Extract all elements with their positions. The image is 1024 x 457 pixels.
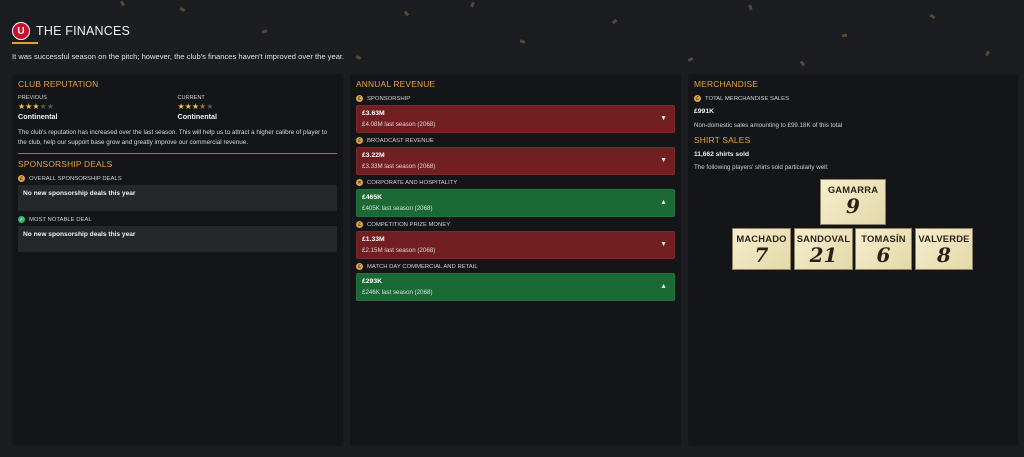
hospitality-icon: ✕	[356, 179, 363, 186]
coin-icon: £	[18, 175, 25, 183]
club-reputation-title: CLUB REPUTATION	[18, 79, 99, 89]
total-merchandise-label-text: TOTAL MERCHANDISE SALES	[705, 95, 790, 102]
reputation-description: The club's reputation has increased over…	[18, 129, 328, 146]
star-empty-icon: ★	[39, 102, 47, 111]
notable-deal-box: No new sponsorship deals this year	[18, 226, 337, 253]
broadcast-icon: £	[356, 137, 363, 144]
revenue-amount: £293K	[362, 278, 383, 285]
revenue-label-text: SPONSORSHIP	[367, 95, 411, 102]
trend-up-icon: ▲	[660, 283, 667, 290]
notable-deal-label-text: MOST NOTABLE DEAL	[29, 216, 92, 223]
current-star-rating: ★★★★★	[178, 103, 338, 111]
non-domestic-sales-note: Non-domestic sales amounting to £99.18K …	[694, 122, 843, 129]
page-header: U THE FINANCES	[12, 22, 130, 40]
revenue-amount: £1.33M	[362, 236, 385, 243]
revenue-card-corporate[interactable]: £465K £405K last season (2068) ▲	[356, 189, 675, 217]
page-title: THE FINANCES	[36, 24, 131, 38]
trend-up-icon: ▲	[660, 199, 667, 206]
sponsorship-deals-title: SPONSORSHIP DEALS	[18, 159, 113, 170]
trend-down-icon: ▼	[660, 115, 667, 122]
trophy-icon: £	[356, 221, 363, 228]
star-half-icon: ★	[199, 102, 207, 111]
reputation-row: PREVIOUS ★★★★★ Continental CURRENT ★★★★★…	[18, 95, 337, 121]
shirt-number: 7	[754, 243, 769, 267]
overall-sponsorship-label: £ OVERALL SPONSORSHIP DEALS	[18, 175, 337, 183]
overall-sponsorship-label-text: OVERALL SPONSORSHIP DEALS	[29, 175, 122, 182]
merchandise-title: MERCHANDISE	[694, 79, 759, 89]
notable-deal-label: ✓ MOST NOTABLE DEAL	[18, 216, 337, 224]
player-shirt-card[interactable]: TOMASÍN 6	[855, 228, 912, 270]
shirt-number: 9	[846, 194, 860, 218]
overall-sponsorship-box: No new sponsorship deals this year	[18, 185, 337, 212]
shirt-number: 21	[809, 243, 838, 267]
club-badge-icon: U	[12, 22, 30, 40]
star-icon: ★	[32, 102, 40, 111]
revenue-label-text: CORPORATE AND HOSPITALITY	[367, 179, 458, 186]
revenue-previous: £2.15M last season (2068)	[362, 247, 436, 254]
trend-down-icon: ▼	[660, 157, 667, 164]
player-shirt-card[interactable]: VALVERDE 8	[915, 228, 973, 270]
section-divider	[18, 153, 337, 155]
season-summary: It was successful season on the pitch; h…	[12, 52, 345, 61]
star-empty-icon: ★	[206, 102, 214, 111]
total-merchandise-label: £ TOTAL MERCHANDISE SALES	[694, 95, 1012, 102]
revenue-label-text: BROADCAST REVENUE	[367, 137, 434, 144]
star-empty-icon: ★	[46, 102, 54, 111]
shirt-icon: £	[694, 95, 701, 102]
revenue-previous: £405K last season (2068)	[362, 205, 433, 212]
revenue-amount: £3.63M	[362, 110, 385, 117]
annual-revenue-title: ANNUAL REVENUE	[356, 79, 436, 89]
shirt-number: 6	[876, 243, 891, 267]
player-shirt-card[interactable]: SANDOVAL 21	[794, 228, 853, 270]
merchandise-panel: MERCHANDISE £ TOTAL MERCHANDISE SALES £9…	[688, 74, 1018, 446]
player-shirt-card[interactable]: GAMARRA 9	[820, 179, 886, 225]
previous-label: PREVIOUS	[18, 95, 47, 101]
revenue-label-text: COMPETITION PRIZE MONEY	[367, 221, 451, 228]
revenue-label-broadcast: £ BROADCAST REVENUE	[356, 137, 675, 144]
current-label: CURRENT	[177, 95, 205, 101]
revenue-previous: £246K last season (2068)	[362, 289, 433, 296]
shirts-sold-total: 11,662 shirts sold	[694, 151, 749, 158]
revenue-card-match-day[interactable]: £293K £246K last season (2068) ▲	[356, 273, 675, 301]
reputation-previous: PREVIOUS ★★★★★ Continental	[18, 95, 178, 121]
previous-star-rating: ★★★★★	[18, 103, 178, 111]
player-shirt-card[interactable]: MACHADO 7	[732, 228, 791, 270]
revenue-label-match-day: £ MATCH DAY COMMERCIAL AND RETAIL	[356, 263, 675, 270]
revenue-card-prize-money[interactable]: £1.33M £2.15M last season (2068) ▼	[356, 231, 675, 259]
revenue-label-corporate: ✕ CORPORATE AND HOSPITALITY	[356, 179, 675, 186]
reputation-current: CURRENT ★★★★★ Continental	[178, 95, 338, 121]
annual-revenue-panel: ANNUAL REVENUE £ SPONSORSHIP £3.63M £4.0…	[350, 74, 681, 446]
trend-down-icon: ▼	[660, 241, 667, 248]
ticket-icon: £	[356, 263, 363, 270]
revenue-previous: £3.33M last season (2068)	[362, 163, 436, 170]
reputation-panel: CLUB REPUTATION PREVIOUS ★★★★★ Continent…	[12, 74, 343, 446]
revenue-previous: £4.08M last season (2068)	[362, 121, 436, 128]
title-underline	[12, 42, 38, 44]
star-icon: ★	[184, 102, 192, 111]
total-merchandise-value: £991K	[694, 108, 715, 115]
shirt-sales-title: SHIRT SALES	[694, 135, 751, 145]
coin-icon: £	[356, 95, 363, 102]
revenue-amount: £3.22M	[362, 152, 385, 159]
revenue-label-prize-money: £ COMPETITION PRIZE MONEY	[356, 221, 675, 228]
revenue-label-sponsorship: £ SPONSORSHIP	[356, 95, 675, 102]
shirt-number: 8	[937, 243, 951, 267]
star-icon: ★	[191, 102, 200, 111]
revenue-label-text: MATCH DAY COMMERCIAL AND RETAIL	[367, 263, 478, 270]
revenue-card-broadcast[interactable]: £3.22M £3.33M last season (2068) ▼	[356, 147, 675, 175]
revenue-amount: £465K	[362, 194, 383, 201]
previous-reputation-value: Continental	[18, 112, 58, 121]
shirt-sales-note: The following players' shirts sold parti…	[694, 164, 829, 171]
handshake-icon: ✓	[18, 216, 25, 224]
star-icon: ★	[177, 102, 185, 111]
revenue-card-sponsorship[interactable]: £3.63M £4.08M last season (2068) ▼	[356, 105, 675, 133]
current-reputation-value: Continental	[177, 112, 218, 121]
